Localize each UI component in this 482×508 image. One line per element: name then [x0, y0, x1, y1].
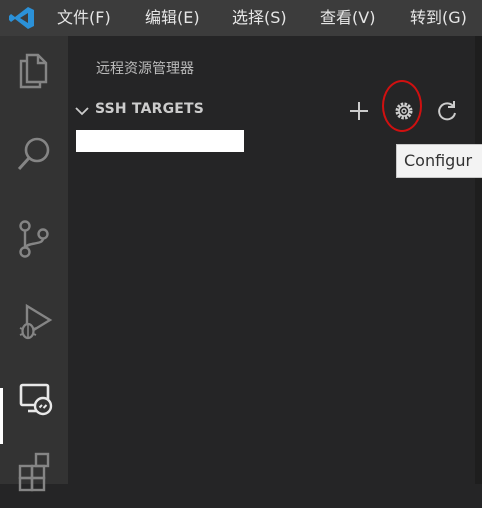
add-icon[interactable] [345, 98, 373, 124]
editor-edge [475, 36, 482, 484]
menu-file[interactable]: 文件(F) [57, 0, 111, 36]
source-control-icon[interactable] [0, 214, 68, 270]
menu-bar: 文件(F) 编辑(E) 选择(S) 查看(V) 转到(G) [0, 0, 482, 36]
run-debug-icon[interactable] [0, 298, 68, 354]
red-annotation-circle [382, 80, 422, 132]
refresh-icon[interactable] [433, 98, 461, 124]
search-icon[interactable] [0, 130, 68, 186]
remote-explorer-icon[interactable] [0, 376, 68, 432]
configure-tooltip: Configur [396, 144, 482, 178]
vscode-logo-icon [7, 5, 37, 31]
activity-bar [0, 36, 68, 492]
chevron-down-icon[interactable] [74, 103, 90, 123]
explorer-icon[interactable] [0, 46, 68, 102]
redacted-target-name [76, 130, 244, 152]
sidebar-title: 远程资源管理器 [96, 61, 194, 77]
menu-go[interactable]: 转到(G) [410, 0, 467, 36]
active-item-indicator [0, 388, 3, 444]
menu-view[interactable]: 查看(V) [320, 0, 375, 36]
ssh-target-item[interactable] [76, 130, 244, 152]
menu-edit[interactable]: 编辑(E) [145, 0, 200, 36]
menu-selection[interactable]: 选择(S) [232, 0, 287, 36]
extensions-icon[interactable] [0, 452, 68, 508]
section-label: SSH TARGETS [95, 101, 205, 117]
